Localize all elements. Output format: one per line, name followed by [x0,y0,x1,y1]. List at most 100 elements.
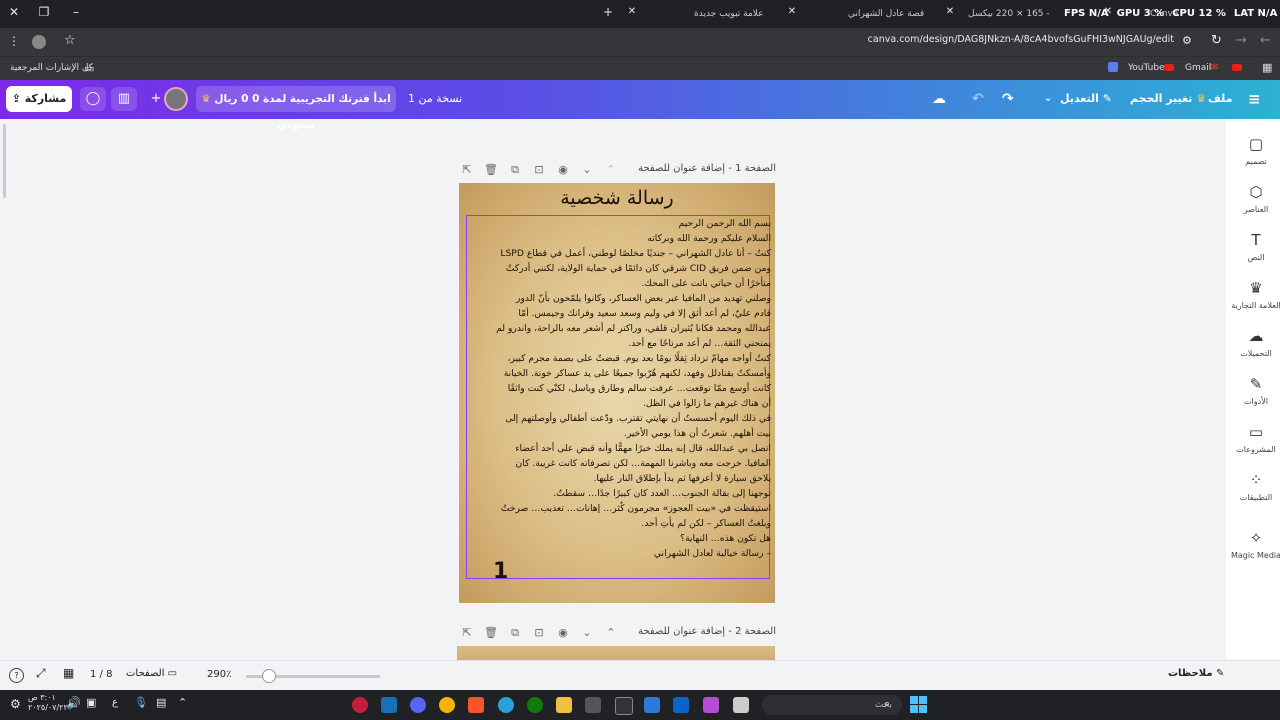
profile-avatar[interactable] [32,35,46,49]
bookmark-star-icon[interactable]: ☆ [64,33,76,48]
avatar[interactable] [164,87,188,111]
chevron-up-icon[interactable]: ⌃ [178,696,187,709]
windows-start-icon[interactable] [910,696,927,713]
zoom-level[interactable]: 290٪ [207,669,231,680]
page-title[interactable]: الصفحة 2 - إضافة عنوان للصفحة [638,626,776,637]
page-title[interactable]: الصفحة 1 - إضافة عنوان للصفحة [638,163,776,174]
page-number-mark[interactable]: 1 [493,559,508,584]
duplicate-icon[interactable]: ⧉ [508,626,522,640]
duplicate-icon[interactable]: ⧉ [508,163,522,177]
share-page-icon[interactable]: ⇱ [460,626,474,640]
apps-grid-icon[interactable]: ▦ [1262,61,1272,74]
all-bookmarks-link[interactable]: كل الإشارات المرجعية [10,63,93,73]
microphone-icon[interactable]: 🎙 [134,696,148,709]
hide-icon[interactable]: ◉ [556,626,570,640]
text-line: المافيا. خرجت معه وباشرنا المهمة… لكن تص… [515,458,771,469]
volume-icon[interactable]: 🔊 [66,696,81,710]
delete-icon[interactable]: 🗑 [484,626,498,640]
design-title[interactable]: نسخة من 1 [408,88,462,110]
language-indicator[interactable]: ع [112,697,118,708]
discord-icon[interactable] [410,697,426,713]
maximize-icon[interactable]: ❐ [36,4,52,20]
mail-icon[interactable] [673,697,689,713]
gmail-bookmark[interactable]: Gmail [1185,63,1211,73]
store-icon[interactable] [644,697,660,713]
taskbar-search[interactable]: بحث [762,695,902,715]
scrollbar[interactable] [3,124,6,198]
share-button[interactable]: ⇪ مشاركة [6,86,72,112]
reload-icon[interactable]: ↻ [1211,33,1222,48]
redo-icon[interactable]: ↷ [1002,88,1014,110]
tab-close-icon[interactable]: ✕ [942,4,958,20]
tab-new-tab[interactable]: علامة تبويب جديدة [694,4,764,24]
editing-mode-button[interactable]: التعديل ✎ [1060,88,1112,110]
text-line: ومن ضمن فريق CID شرقي كان دائمًا في حماي… [505,263,771,274]
more-menu-icon[interactable]: ⋮ [6,34,22,48]
text-line: توجهنا إلى بقالة الجنوب… العدد كان كبيرً… [553,488,771,499]
sidebar-item-brand[interactable]: ♛ العلامة التجارية [1226,277,1280,310]
new-tab-icon[interactable]: + [600,4,616,20]
tab-design[interactable]: تصميم بدون عنوان - 165 × 220 بيكسل [968,4,1052,24]
delete-icon[interactable]: 🗑 [484,163,498,177]
tune-icon[interactable]: ⚙ [1182,34,1192,47]
grid-view-icon[interactable]: ▦ [63,666,74,680]
sidebar-item-tools[interactable]: ✎ الأدوات [1226,373,1280,406]
network-icon[interactable]: ▤ [156,696,166,709]
sidebar-item-magic-media[interactable]: ✧ Magic Media [1226,527,1280,560]
notification-icon[interactable]: ⚙ [10,697,21,711]
sidebar-item-apps[interactable]: ⁘ التطبيقات [1226,469,1280,502]
sidebar-item-elements[interactable]: ⬡ العناصر [1226,181,1280,214]
battery-icon[interactable]: ▣ [86,696,96,709]
minimize-icon[interactable]: – [68,4,84,20]
tab-story[interactable]: قصة عادل الشهراني [848,4,924,24]
hamburger-menu-icon[interactable]: ≡ [1248,88,1261,110]
design-page[interactable]: رسالة شخصية بسم الله الرحمن الرحيم السلام… [459,183,775,603]
chevron-up-icon[interactable]: ⌃ [604,626,618,640]
clock[interactable]: ٣:٠١ ص ٢٠٢٥/٠٧/٢٢ [28,693,68,713]
file-menu-button[interactable]: ملف [1208,88,1232,110]
chrome-icon[interactable] [439,697,455,713]
lock-icon[interactable]: ⊡ [532,626,546,640]
brave-icon[interactable] [468,697,484,713]
pages-button[interactable]: الصفحات ▭ [126,668,177,679]
zoom-slider-handle[interactable] [262,669,276,683]
cloud-sync-icon[interactable]: ☁ [932,88,946,110]
sidebar-item-uploads[interactable]: ☁ التحميلات [1226,325,1280,358]
start-trial-button[interactable]: ♛ ابدأ فترتك التجريبية لمدة 0 0 ريال سعو… [196,86,396,131]
sidebar-item-projects[interactable]: ▭ المشروعات [1226,421,1280,454]
file-explorer-icon[interactable] [556,697,572,713]
settings-icon[interactable] [585,697,601,713]
youtube-bookmark[interactable]: YouTube [1128,63,1165,73]
url-field[interactable]: canva.com/design/DAG8JNkzn-A/8cA4bvofsGu… [740,34,1174,50]
page-heading[interactable]: رسالة شخصية [459,187,775,209]
forward-icon[interactable]: → [1236,33,1247,48]
tab-close-icon[interactable]: ✕ [784,4,800,20]
hide-icon[interactable]: ◉ [556,163,570,177]
fullscreen-icon[interactable]: ⤢ [36,666,46,681]
chevron-down-icon[interactable]: ⌄ [580,163,594,177]
chevron-down-icon[interactable]: ⌄ [580,626,594,640]
chevron-down-icon[interactable]: ⌄ [1044,88,1052,110]
app-icon[interactable] [352,697,368,713]
task-view-icon[interactable] [733,697,749,713]
undo-icon[interactable]: ↶ [972,88,984,110]
insights-icon[interactable]: ▥ [111,87,137,111]
close-window-icon[interactable]: ✕ [6,4,22,20]
steam-icon[interactable] [381,697,397,713]
resize-button[interactable]: تغيير الحجم ♛ [1130,88,1206,110]
copilot-icon[interactable] [703,697,719,713]
notes-button[interactable]: ملاحظات ✎ [1168,668,1224,679]
comment-icon[interactable]: ◯ [80,87,106,111]
sidebar-item-design[interactable]: ▢ تصميم [1226,133,1280,166]
lock-icon[interactable]: ⊡ [532,163,546,177]
chevron-up-icon[interactable]: ⌃ [604,163,618,177]
tab-close-icon[interactable]: ✕ [624,4,640,20]
edge-icon[interactable] [498,697,514,713]
letter-text[interactable]: بسم الله الرحمن الرحيم السلام عليكم ورحمة… [471,216,771,561]
share-page-icon[interactable]: ⇱ [460,163,474,177]
help-icon[interactable]: ? [9,668,24,683]
sidebar-item-text[interactable]: T النص [1226,229,1280,262]
back-icon[interactable]: ← [1260,33,1271,48]
xbox-icon[interactable] [527,697,543,713]
app-icon[interactable] [615,697,633,715]
